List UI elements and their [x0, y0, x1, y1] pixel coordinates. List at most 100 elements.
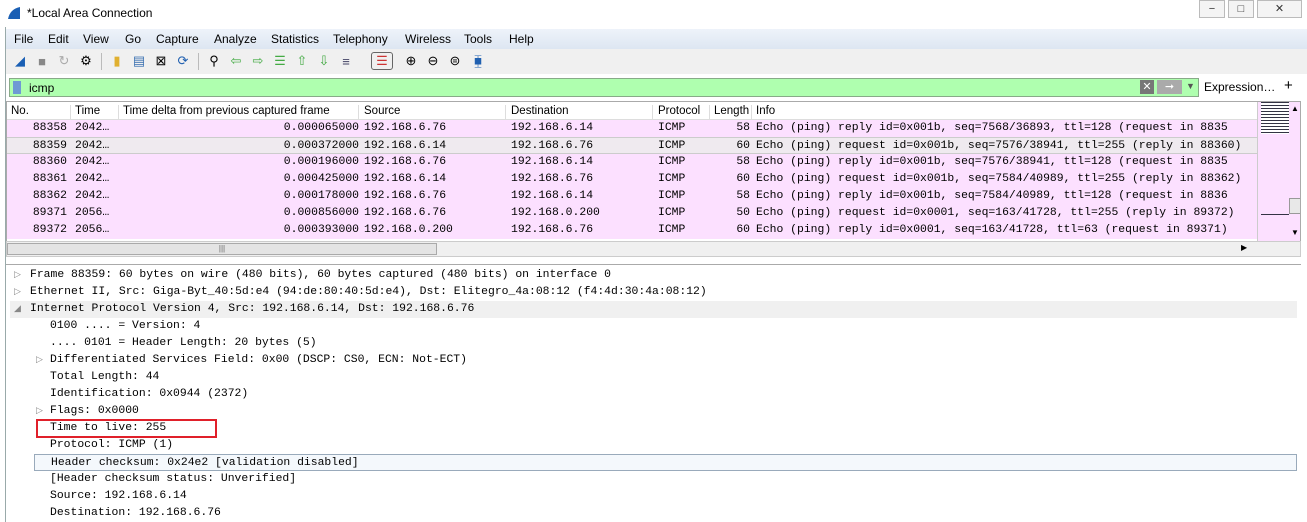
collapse-icon[interactable]: ◢ — [14, 304, 21, 314]
menu-file[interactable]: File — [14, 32, 33, 46]
menu-go[interactable]: Go — [125, 32, 141, 46]
menu-capture[interactable]: Capture — [156, 32, 199, 46]
close-file-icon[interactable]: ⊠ — [152, 52, 170, 70]
go-to-packet-icon[interactable]: ☰ — [271, 52, 289, 70]
packet-list-hscrollbar[interactable]: ||| ▶ — [6, 241, 1301, 257]
detail-line[interactable]: .... 0101 = Header Length: 20 bytes (5) — [34, 335, 1297, 352]
detail-line[interactable]: [Header checksum status: Unverified] — [34, 471, 1297, 488]
filter-text[interactable]: icmp — [29, 81, 54, 95]
detail-line[interactable]: ◢ Internet Protocol Version 4, Src: 192.1… — [10, 301, 1297, 318]
detail-line[interactable]: Identification: 0x0944 (2372) — [34, 386, 1297, 403]
packet-delta: 0.000425000 — [283, 173, 359, 185]
detail-line[interactable]: ▷ Frame 88359: 60 bytes on wire (480 bits… — [10, 267, 1297, 284]
apply-filter-icon[interactable]: ➞ — [1157, 80, 1182, 94]
menu-analyze[interactable]: Analyze — [214, 32, 257, 46]
menu-help[interactable]: Help — [509, 32, 534, 46]
column-protocol[interactable]: Protocol — [658, 105, 710, 120]
capture-options-icon[interactable]: ⚙ — [77, 52, 95, 70]
detail-line[interactable]: Destination: 192.168.6.76 — [34, 505, 1297, 522]
close-button[interactable]: ✕ — [1257, 0, 1302, 18]
detail-line[interactable]: ▷ Differentiated Services Field: 0x00 (DS… — [34, 352, 1297, 369]
packet-row[interactable]: 88359 2042… 0.000372000 192.168.6.14 192.168… — [7, 137, 1257, 154]
scroll-thumb[interactable] — [1289, 198, 1300, 214]
minimize-button[interactable]: − — [1199, 0, 1225, 18]
hscroll-thumb[interactable]: ||| — [7, 243, 437, 255]
restart-capture-icon[interactable]: ↻ — [55, 52, 73, 70]
packet-no: 88360 — [32, 156, 67, 168]
save-file-icon[interactable]: ▤ — [130, 52, 148, 70]
resize-columns-icon[interactable]: ⧯ — [469, 52, 487, 70]
stop-capture-icon[interactable]: ■ — [33, 52, 51, 70]
detail-line[interactable]: 0100 .... = Version: 4 — [34, 318, 1297, 335]
maximize-button[interactable]: □ — [1228, 0, 1254, 18]
packet-list-scrollbar[interactable]: ▲ ▼ — [1257, 102, 1300, 241]
column-destination[interactable]: Destination — [511, 105, 653, 120]
packet-info: Echo (ping) reply id=0x001b, seq=7576/38… — [756, 156, 1228, 168]
menu-view[interactable]: View — [83, 32, 109, 46]
expand-icon[interactable]: ▷ — [36, 355, 43, 365]
packet-list: No. Time Time delta from previous captur… — [6, 101, 1301, 242]
packet-info: Echo (ping) request id=0x001b, seq=7576/… — [756, 140, 1242, 152]
column-source[interactable]: Source — [364, 105, 506, 120]
detail-line[interactable]: Total Length: 44 — [34, 369, 1297, 386]
detail-line[interactable]: ▷ Flags: 0x0000 — [34, 403, 1297, 420]
packet-no: 89372 — [32, 224, 67, 236]
packet-src: 192.168.6.76 — [364, 207, 447, 219]
clear-filter-icon[interactable]: ✕ — [1140, 80, 1154, 94]
open-file-icon[interactable]: ▮ — [108, 52, 126, 70]
bookmark-icon[interactable] — [13, 81, 21, 94]
column-info[interactable]: Info — [756, 105, 1256, 120]
title-bar: *Local Area Connection − □ ✕ — [0, 0, 1307, 27]
go-forward-icon[interactable]: ⇨ — [249, 52, 267, 70]
packet-src: 192.168.6.14 — [364, 140, 447, 152]
column-time-delta[interactable]: Time delta from previous captured frame — [123, 105, 359, 120]
expand-icon[interactable]: ▷ — [36, 406, 43, 416]
packet-info: Echo (ping) reply id=0x0001, seq=163/417… — [756, 224, 1228, 236]
packet-row[interactable]: 88362 2042… 0.000178000 192.168.6.76 192.168… — [7, 188, 1257, 205]
last-packet-icon[interactable]: ⇩ — [315, 52, 333, 70]
autoscroll-icon[interactable]: ≡ — [337, 52, 355, 70]
packet-row[interactable]: 88358 2042… 0.000065000 192.168.6.76 192.168… — [7, 120, 1257, 137]
detail-line[interactable]: Protocol: ICMP (1) — [34, 437, 1297, 454]
menu-statistics[interactable]: Statistics — [271, 32, 319, 46]
reload-file-icon[interactable]: ⟳ — [174, 52, 192, 70]
colorize-icon[interactable]: ☰ — [371, 52, 393, 70]
detail-text: .... 0101 = Header Length: 20 bytes (5) — [50, 337, 317, 349]
menu-wireless[interactable]: Wireless — [405, 32, 451, 46]
start-capture-icon[interactable]: ◢ — [11, 52, 29, 70]
detail-line[interactable]: ▷ Ethernet II, Src: Giga-Byt_40:5d:e4 (94… — [10, 284, 1297, 301]
detail-line[interactable]: Header checksum: 0x24e2 [validation disa… — [34, 454, 1297, 471]
packet-row[interactable]: 88361 2042… 0.000425000 192.168.6.14 192.168… — [7, 171, 1257, 188]
menu-edit[interactable]: Edit — [48, 32, 69, 46]
packet-row[interactable]: 89371 2056… 0.000856000 192.168.6.76 192.168… — [7, 205, 1257, 222]
packet-map — [1261, 102, 1289, 134]
detail-line[interactable]: Source: 192.168.6.14 — [34, 488, 1297, 505]
go-back-icon[interactable]: ⇦ — [227, 52, 245, 70]
zoom-normal-icon[interactable]: ⊜ — [446, 52, 464, 70]
column-time[interactable]: Time — [75, 105, 119, 120]
packet-src: 192.168.6.76 — [364, 156, 447, 168]
first-packet-icon[interactable]: ⇧ — [293, 52, 311, 70]
scroll-down-icon[interactable]: ▼ — [1291, 228, 1299, 237]
scroll-up-icon[interactable]: ▲ — [1291, 104, 1299, 113]
add-filter-button[interactable]: + — [1284, 77, 1293, 94]
zoom-in-icon[interactable]: ⊕ — [402, 52, 420, 70]
zoom-out-icon[interactable]: ⊖ — [424, 52, 442, 70]
packet-row[interactable]: 89372 2056… 0.000393000 192.168.0.200 192.16… — [7, 222, 1257, 239]
find-packet-icon[interactable]: ⚲ — [205, 52, 223, 70]
display-filter-input[interactable]: icmp ✕ ➞ ▼ — [9, 78, 1199, 97]
column-no[interactable]: No. — [11, 105, 71, 120]
expression-button[interactable]: Expression… — [1204, 80, 1275, 94]
scroll-right-icon[interactable]: ▶ — [1241, 243, 1247, 252]
packet-time: 2042… — [75, 122, 110, 134]
packet-time: 2056… — [75, 207, 110, 219]
menu-telephony[interactable]: Telephony — [333, 32, 388, 46]
packet-proto: ICMP — [658, 190, 686, 202]
column-length[interactable]: Length — [714, 105, 752, 120]
menu-tools[interactable]: Tools — [464, 32, 492, 46]
packet-row[interactable]: 88360 2042… 0.000196000 192.168.6.76 192.168… — [7, 154, 1257, 171]
detail-line[interactable]: Time to live: 255 — [34, 420, 1297, 437]
expand-icon[interactable]: ▷ — [14, 287, 21, 297]
expand-icon[interactable]: ▷ — [14, 270, 21, 280]
filter-history-dropdown-icon[interactable]: ▼ — [1186, 81, 1195, 91]
